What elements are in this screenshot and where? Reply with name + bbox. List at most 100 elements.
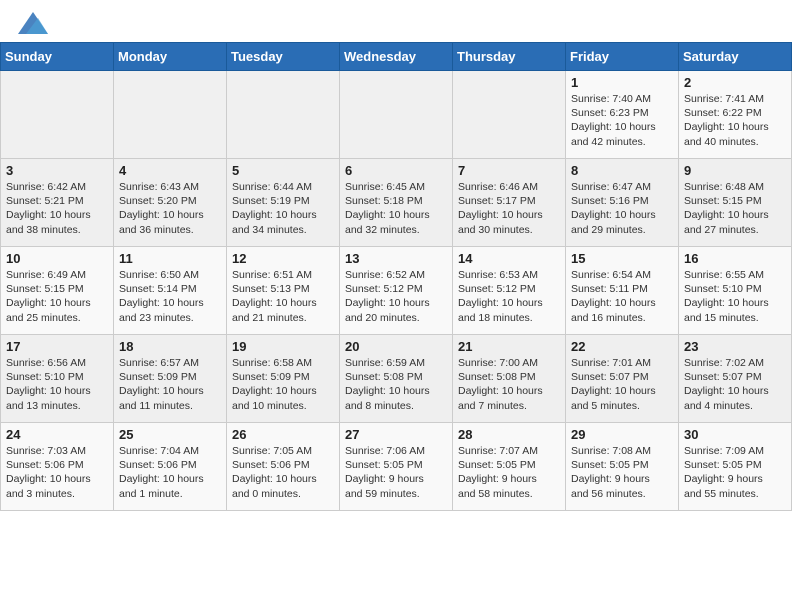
calendar-header-row: SundayMondayTuesdayWednesdayThursdayFrid… — [1, 43, 792, 71]
calendar-cell: 11 Sunrise: 6:50 AM Sunset: 5:14 PM Dayli… — [114, 247, 227, 335]
day-number: 9 — [684, 163, 786, 178]
day-number: 19 — [232, 339, 334, 354]
day-number: 29 — [571, 427, 673, 442]
calendar-cell: 13Sunrise: 6:52 AM Sunset: 5:12 PM Dayli… — [340, 247, 453, 335]
day-info: Sunrise: 6:57 AM Sunset: 5:09 PM Dayligh… — [119, 356, 221, 413]
calendar-cell: 27 Sunrise: 7:06 AM Sunset: 5:05 PM Dayli… — [340, 423, 453, 511]
day-info: Sunrise: 7:03 AM Sunset: 5:06 PM Dayligh… — [6, 444, 108, 501]
calendar-cell: 10 Sunrise: 6:49 AM Sunset: 5:15 PM Dayli… — [1, 247, 114, 335]
day-info: Sunrise: 6:54 AM Sunset: 5:11 PM Dayligh… — [571, 268, 673, 325]
day-of-week-header: Saturday — [679, 43, 792, 71]
day-info: Sunrise: 6:50 AM Sunset: 5:14 PM Dayligh… — [119, 268, 221, 325]
day-number: 14 — [458, 251, 560, 266]
day-info: Sunrise: 7:08 AM Sunset: 5:05 PM Dayligh… — [571, 444, 673, 501]
calendar-cell — [340, 71, 453, 159]
calendar-cell: 26Sunrise: 7:05 AM Sunset: 5:06 PM Dayli… — [227, 423, 340, 511]
calendar-cell: 28Sunrise: 7:07 AM Sunset: 5:05 PM Dayli… — [453, 423, 566, 511]
day-info: Sunrise: 7:40 AM Sunset: 6:23 PM Dayligh… — [571, 92, 673, 149]
calendar-cell: 12 Sunrise: 6:51 AM Sunset: 5:13 PM Dayli… — [227, 247, 340, 335]
day-info: Sunrise: 6:53 AM Sunset: 5:12 PM Dayligh… — [458, 268, 560, 325]
calendar-cell: 4 Sunrise: 6:43 AM Sunset: 5:20 PM Daylig… — [114, 159, 227, 247]
calendar-cell — [1, 71, 114, 159]
day-number: 15 — [571, 251, 673, 266]
day-number: 8 — [571, 163, 673, 178]
calendar-cell — [453, 71, 566, 159]
calendar: SundayMondayTuesdayWednesdayThursdayFrid… — [0, 42, 792, 511]
calendar-week-row: 17 Sunrise: 6:56 AM Sunset: 5:10 PM Dayli… — [1, 335, 792, 423]
day-info: Sunrise: 6:56 AM Sunset: 5:10 PM Dayligh… — [6, 356, 108, 413]
calendar-cell: 30 Sunrise: 7:09 AM Sunset: 5:05 PM Dayli… — [679, 423, 792, 511]
day-info: Sunrise: 7:01 AM Sunset: 5:07 PM Dayligh… — [571, 356, 673, 413]
day-info: Sunrise: 6:44 AM Sunset: 5:19 PM Dayligh… — [232, 180, 334, 237]
day-number: 22 — [571, 339, 673, 354]
day-of-week-header: Thursday — [453, 43, 566, 71]
day-of-week-header: Tuesday — [227, 43, 340, 71]
day-info: Sunrise: 6:46 AM Sunset: 5:17 PM Dayligh… — [458, 180, 560, 237]
day-info: Sunrise: 7:04 AM Sunset: 5:06 PM Dayligh… — [119, 444, 221, 501]
calendar-cell: 9 Sunrise: 6:48 AM Sunset: 5:15 PM Daylig… — [679, 159, 792, 247]
calendar-cell: 25Sunrise: 7:04 AM Sunset: 5:06 PM Dayli… — [114, 423, 227, 511]
calendar-cell: 14 Sunrise: 6:53 AM Sunset: 5:12 PM Dayli… — [453, 247, 566, 335]
day-number: 21 — [458, 339, 560, 354]
day-info: Sunrise: 6:59 AM Sunset: 5:08 PM Dayligh… — [345, 356, 447, 413]
calendar-cell — [114, 71, 227, 159]
day-number: 3 — [6, 163, 108, 178]
day-info: Sunrise: 6:51 AM Sunset: 5:13 PM Dayligh… — [232, 268, 334, 325]
day-number: 28 — [458, 427, 560, 442]
day-number: 10 — [6, 251, 108, 266]
day-info: Sunrise: 7:00 AM Sunset: 5:08 PM Dayligh… — [458, 356, 560, 413]
calendar-cell: 8 Sunrise: 6:47 AM Sunset: 5:16 PM Daylig… — [566, 159, 679, 247]
day-of-week-header: Wednesday — [340, 43, 453, 71]
day-number: 12 — [232, 251, 334, 266]
day-info: Sunrise: 7:06 AM Sunset: 5:05 PM Dayligh… — [345, 444, 447, 501]
day-number: 20 — [345, 339, 447, 354]
calendar-week-row: 24 Sunrise: 7:03 AM Sunset: 5:06 PM Dayli… — [1, 423, 792, 511]
day-number: 27 — [345, 427, 447, 442]
day-number: 1 — [571, 75, 673, 90]
day-number: 23 — [684, 339, 786, 354]
day-info: Sunrise: 6:43 AM Sunset: 5:20 PM Dayligh… — [119, 180, 221, 237]
day-number: 11 — [119, 251, 221, 266]
day-info: Sunrise: 6:47 AM Sunset: 5:16 PM Dayligh… — [571, 180, 673, 237]
calendar-cell: 6 Sunrise: 6:45 AM Sunset: 5:18 PM Daylig… — [340, 159, 453, 247]
calendar-cell: 29 Sunrise: 7:08 AM Sunset: 5:05 PM Dayli… — [566, 423, 679, 511]
day-number: 17 — [6, 339, 108, 354]
calendar-cell: 18 Sunrise: 6:57 AM Sunset: 5:09 PM Dayli… — [114, 335, 227, 423]
day-number: 16 — [684, 251, 786, 266]
calendar-cell: 20 Sunrise: 6:59 AM Sunset: 5:08 PM Dayli… — [340, 335, 453, 423]
day-number: 5 — [232, 163, 334, 178]
day-number: 30 — [684, 427, 786, 442]
logo — [16, 12, 48, 34]
calendar-week-row: 10 Sunrise: 6:49 AM Sunset: 5:15 PM Dayli… — [1, 247, 792, 335]
header — [0, 0, 792, 42]
day-number: 7 — [458, 163, 560, 178]
calendar-cell: 16 Sunrise: 6:55 AM Sunset: 5:10 PM Dayli… — [679, 247, 792, 335]
day-number: 2 — [684, 75, 786, 90]
calendar-cell: 19 Sunrise: 6:58 AM Sunset: 5:09 PM Dayli… — [227, 335, 340, 423]
calendar-cell: 15 Sunrise: 6:54 AM Sunset: 5:11 PM Dayli… — [566, 247, 679, 335]
day-info: Sunrise: 6:42 AM Sunset: 5:21 PM Dayligh… — [6, 180, 108, 237]
day-info: Sunrise: 7:41 AM Sunset: 6:22 PM Dayligh… — [684, 92, 786, 149]
day-info: Sunrise: 7:09 AM Sunset: 5:05 PM Dayligh… — [684, 444, 786, 501]
calendar-cell: 7 Sunrise: 6:46 AM Sunset: 5:17 PM Daylig… — [453, 159, 566, 247]
day-number: 26 — [232, 427, 334, 442]
day-info: Sunrise: 6:49 AM Sunset: 5:15 PM Dayligh… — [6, 268, 108, 325]
day-number: 24 — [6, 427, 108, 442]
day-number: 6 — [345, 163, 447, 178]
day-info: Sunrise: 6:45 AM Sunset: 5:18 PM Dayligh… — [345, 180, 447, 237]
day-info: Sunrise: 6:48 AM Sunset: 5:15 PM Dayligh… — [684, 180, 786, 237]
day-of-week-header: Monday — [114, 43, 227, 71]
calendar-cell: 2 Sunrise: 7:41 AM Sunset: 6:22 PM Daylig… — [679, 71, 792, 159]
day-number: 18 — [119, 339, 221, 354]
calendar-week-row: 3 Sunrise: 6:42 AM Sunset: 5:21 PM Daylig… — [1, 159, 792, 247]
day-info: Sunrise: 6:55 AM Sunset: 5:10 PM Dayligh… — [684, 268, 786, 325]
day-number: 4 — [119, 163, 221, 178]
calendar-cell: 22 Sunrise: 7:01 AM Sunset: 5:07 PM Dayli… — [566, 335, 679, 423]
calendar-cell: 17 Sunrise: 6:56 AM Sunset: 5:10 PM Dayli… — [1, 335, 114, 423]
day-number: 13 — [345, 251, 447, 266]
calendar-week-row: 1 Sunrise: 7:40 AM Sunset: 6:23 PM Daylig… — [1, 71, 792, 159]
calendar-cell: 3 Sunrise: 6:42 AM Sunset: 5:21 PM Daylig… — [1, 159, 114, 247]
day-info: Sunrise: 6:58 AM Sunset: 5:09 PM Dayligh… — [232, 356, 334, 413]
day-of-week-header: Friday — [566, 43, 679, 71]
day-of-week-header: Sunday — [1, 43, 114, 71]
